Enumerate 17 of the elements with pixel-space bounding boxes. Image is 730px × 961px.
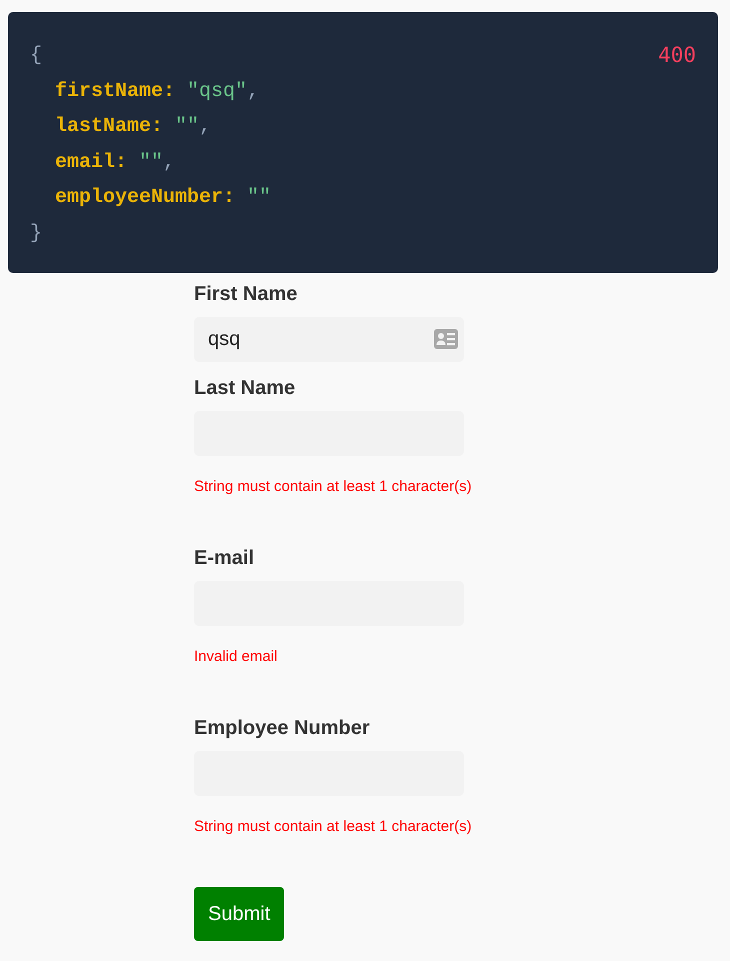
field-label: E-mail [194,546,254,571]
field-label: Employee Number [194,716,370,741]
field-label: Last Name [194,376,296,401]
submit-button[interactable]: Submit [194,887,284,941]
error-message: String must contain at least 1 character(s) [194,817,472,837]
field-label: First Name [194,282,298,307]
error-message: Invalid email [194,647,278,667]
code-line: firstName: "qsq", [55,80,260,102]
code-line: } [30,222,42,244]
status-code: 400 [658,42,696,69]
code-line: email: "", [55,150,176,174]
code-line: lastName: "", [55,115,212,138]
error-message: String must contain at least 1 character(s) [194,477,472,497]
code-line: employeeNumber: "" [55,186,272,209]
code-line: { [30,43,42,69]
input-field[interactable]: qsq [194,317,464,362]
contact-card-icon[interactable] [434,329,458,349]
